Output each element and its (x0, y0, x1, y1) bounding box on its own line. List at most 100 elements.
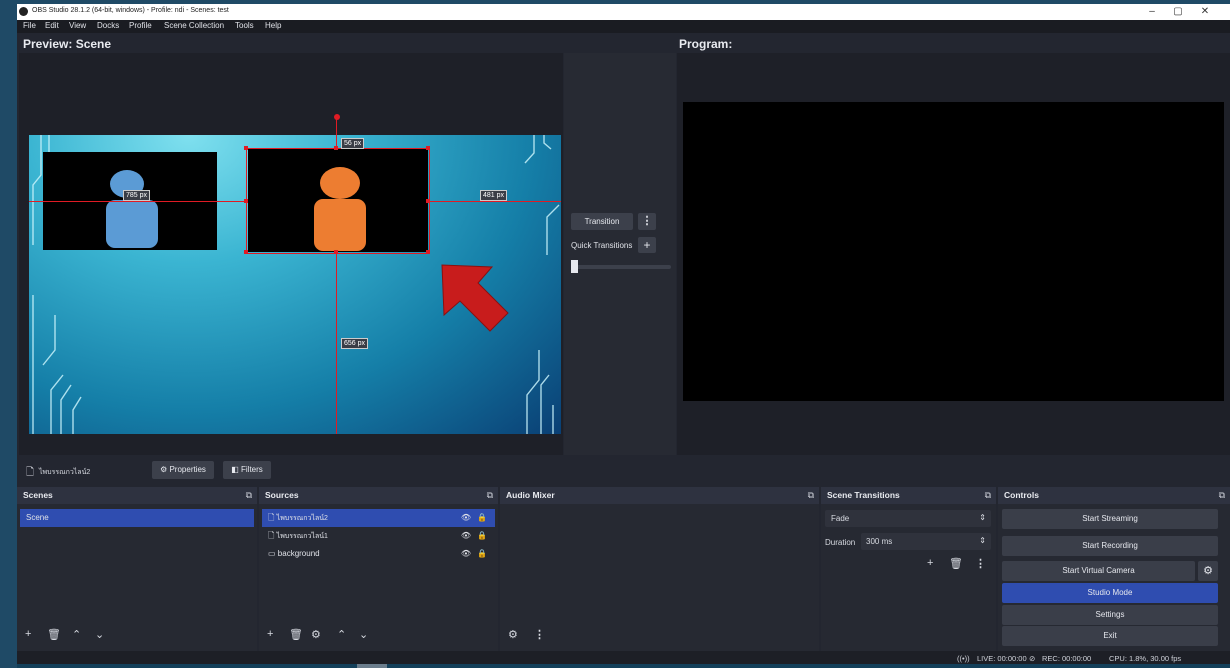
move-up-icon[interactable]: ⌃ (72, 628, 81, 641)
obs-main-window: File Edit View Docks Profile Scene Colle… (17, 20, 1230, 668)
start-virtual-camera-button[interactable]: Start Virtual Camera (1002, 561, 1195, 581)
menu-view[interactable]: View (69, 21, 86, 30)
red-arrow-annotation (441, 264, 509, 332)
add-transition-icon[interactable]: + (927, 557, 933, 569)
eye-icon[interactable]: 👁 (461, 527, 471, 545)
settings-button[interactable]: Settings (1002, 605, 1218, 625)
transition-button[interactable]: Transition (571, 213, 633, 230)
source-item[interactable]: ▭ background 👁 🔒 (262, 545, 495, 563)
trash-icon[interactable]: 🗑 (47, 628, 61, 641)
live-time: LIVE: 00:00:00 (977, 654, 1027, 663)
guide-line-right (428, 201, 561, 202)
exit-button[interactable]: Exit (1002, 626, 1218, 646)
menu-bar: File Edit View Docks Profile Scene Colle… (17, 20, 1230, 33)
obs-logo-icon (19, 7, 28, 16)
window-title-bar: OBS Studio 28.1.2 (64-bit, windows) - Pr… (17, 4, 1230, 20)
menu-profile[interactable]: Profile (129, 21, 152, 30)
lock-icon[interactable]: 🔒 (477, 527, 487, 545)
selection-outline (246, 148, 430, 254)
resize-handle-t[interactable] (334, 146, 338, 150)
filters-label: Filters (241, 465, 263, 474)
quick-transitions-label: Quick Transitions (571, 241, 633, 250)
preview-canvas[interactable]: 56 px 785 px 481 px 656 px (29, 135, 561, 434)
sources-dock: Sources ⧉ 🗋 ไพบรรณกวไลน์2 👁 🔒 🗋 ไพบรรณกว… (259, 487, 498, 651)
move-down-icon[interactable]: ⌄ (95, 628, 104, 641)
filters-button[interactable]: ◧ Filters (223, 461, 271, 479)
undock-icon[interactable]: ⧉ (808, 490, 814, 501)
rotation-handle[interactable] (334, 114, 340, 120)
sources-dock-header: Sources ⧉ (259, 487, 498, 504)
virtual-camera-gear-icon[interactable]: ⚙ (1198, 561, 1218, 581)
file-icon: 🗋 (268, 531, 275, 540)
scene-item[interactable]: Scene (20, 509, 254, 527)
source-item[interactable]: 🗋 ไพบรรณกวไลน์1 👁 🔒 (262, 527, 495, 545)
taskbar-scroll-thumb[interactable] (357, 664, 387, 668)
menu-edit[interactable]: Edit (45, 21, 59, 30)
gear-icon[interactable]: ⚙ (311, 628, 321, 641)
preview-panel: 56 px 785 px 481 px 656 px (19, 53, 563, 455)
guide-line-left (29, 201, 246, 202)
menu-scene-collection[interactable]: Scene Collection (164, 21, 224, 30)
spin-icon: ⇕ (979, 536, 986, 545)
studio-mode-button[interactable]: Studio Mode (1002, 583, 1218, 603)
resize-handle-l[interactable] (244, 199, 248, 203)
undock-icon[interactable]: ⧉ (985, 490, 991, 501)
add-scene-icon[interactable]: + (25, 628, 31, 640)
add-source-icon[interactable]: + (267, 628, 273, 640)
duration-label: Duration (825, 538, 856, 547)
transition-type-select[interactable]: Fade ⇕ (825, 510, 991, 527)
close-button[interactable]: ✕ (1193, 5, 1217, 19)
undock-icon[interactable]: ⧉ (487, 490, 493, 501)
undock-icon[interactable]: ⧉ (246, 490, 252, 501)
duration-spinbox[interactable]: 300 ms ⇕ (861, 533, 991, 550)
start-streaming-button[interactable]: Start Streaming (1002, 509, 1218, 529)
undock-icon[interactable]: ⧉ (1219, 490, 1225, 501)
duration-value: 300 ms (866, 537, 893, 546)
trash-icon[interactable]: 🗑 (289, 628, 303, 641)
controls-header: Controls ⧉ (998, 487, 1230, 504)
source-item-name: ไพบรรณกวไลน์2 (276, 515, 328, 522)
advanced-audio-gear-icon[interactable]: ⚙ (508, 628, 518, 641)
lock-icon[interactable]: 🔒 (477, 509, 487, 527)
lock-icon[interactable]: 🔒 (477, 545, 487, 563)
resize-handle-tl[interactable] (244, 146, 248, 150)
resize-handle-bl[interactable] (244, 250, 248, 254)
scenes-dock: Scenes ⧉ Scene + 🗑 ⌃ ⌄ (17, 487, 257, 651)
maximize-button[interactable]: ▢ (1166, 5, 1190, 19)
cpu-fps: CPU: 1.8%, 30.00 fps (1109, 654, 1182, 663)
add-quick-transition-icon[interactable]: + (638, 237, 656, 253)
move-up-icon[interactable]: ⌃ (337, 628, 346, 641)
menu-file[interactable]: File (23, 21, 36, 30)
minimize-button[interactable]: – (1140, 5, 1164, 19)
file-icon: 🗋 (26, 467, 35, 478)
transition-more-icon[interactable]: ⋮ (638, 213, 656, 230)
menu-help[interactable]: Help (265, 21, 281, 30)
rotation-handle-line (336, 119, 337, 135)
resize-handle-tr[interactable] (426, 146, 430, 150)
trash-icon[interactable]: 🗑 (949, 557, 963, 570)
menu-tools[interactable]: Tools (235, 21, 254, 30)
tbar-handle[interactable] (571, 260, 578, 273)
sources-title: Sources (265, 490, 299, 500)
properties-button[interactable]: ⚙ Properties (152, 461, 214, 479)
start-recording-button[interactable]: Start Recording (1002, 536, 1218, 556)
eye-icon[interactable]: 👁 (461, 545, 471, 563)
audio-mixer-dock: Audio Mixer ⧉ ⚙ ⋮ (500, 487, 819, 651)
source-toolbar: 🗋 ไพบรรณกวไลน์2 ⚙ Properties ◧ Filters (17, 456, 1230, 486)
image-icon: ▭ (268, 549, 276, 558)
preview-heading: Preview: Scene (23, 37, 112, 51)
mixer-more-icon[interactable]: ⋮ (534, 628, 545, 641)
audio-mixer-title: Audio Mixer (506, 490, 555, 500)
transition-more-icon[interactable]: ⋮ (975, 557, 986, 570)
resize-handle-br[interactable] (426, 250, 430, 254)
source-item[interactable]: 🗋 ไพบรรณกวไลน์2 👁 🔒 (262, 509, 495, 527)
eye-icon[interactable]: 👁 (461, 509, 471, 527)
gear-icon: ⚙ (160, 465, 168, 474)
resize-handle-b[interactable] (334, 250, 338, 254)
tbar-track[interactable] (571, 265, 671, 269)
move-down-icon[interactable]: ⌄ (359, 628, 368, 641)
resize-handle-r[interactable] (426, 199, 430, 203)
menu-docks[interactable]: Docks (97, 21, 119, 30)
scenes-title: Scenes (23, 490, 53, 500)
scene-transitions-header: Scene Transitions ⧉ (821, 487, 996, 504)
